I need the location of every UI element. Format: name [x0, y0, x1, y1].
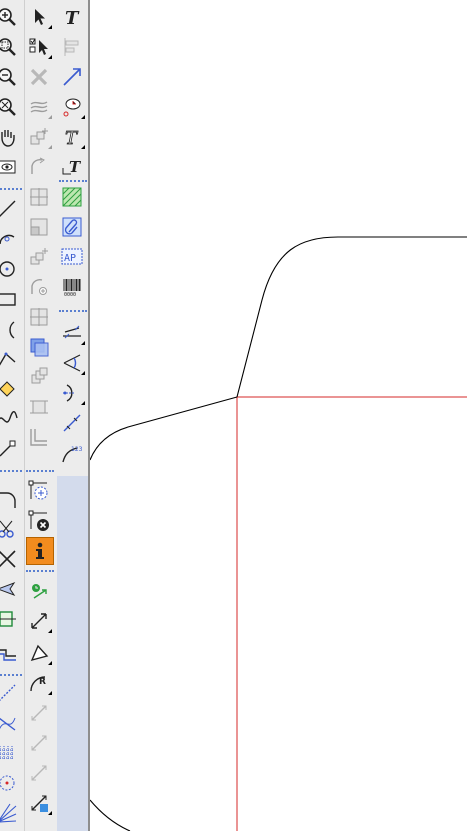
fillet-icon[interactable]: [0, 486, 20, 512]
dim-angular-icon[interactable]: [59, 350, 85, 376]
toolbar-empty-area: [57, 476, 89, 831]
scissors-icon[interactable]: [0, 516, 20, 542]
shape-outline-left[interactable]: [90, 396, 238, 461]
add-node-icon[interactable]: [26, 478, 52, 504]
line-icon[interactable]: [0, 196, 20, 222]
zoom-fit-icon[interactable]: [0, 94, 20, 120]
radius-letter: R: [39, 677, 46, 687]
align-icon[interactable]: [26, 394, 52, 420]
pan-hand-icon[interactable]: [0, 124, 20, 150]
barcode-digits: 0000: [64, 292, 76, 298]
polyline-icon[interactable]: [0, 346, 20, 372]
measure-icon[interactable]: [59, 94, 85, 120]
dimension-angle-icon[interactable]: [26, 640, 52, 666]
stack-icon[interactable]: [26, 364, 52, 390]
scale-icon[interactable]: [26, 214, 52, 240]
drawing-toolbar: R T T T AP 0000 123: [0, 0, 90, 831]
center-point-icon[interactable]: [0, 770, 20, 796]
rotate-copy-icon[interactable]: [26, 274, 52, 300]
attribute-ap-label: AP: [64, 253, 76, 264]
text-outline-glyph: T: [65, 128, 79, 149]
intersect-icon[interactable]: [0, 710, 20, 736]
dimension-linear-icon[interactable]: [26, 608, 52, 634]
move-point-alt-icon[interactable]: [26, 730, 52, 756]
remove-node-icon[interactable]: [26, 508, 52, 534]
info-icon[interactable]: [26, 537, 54, 565]
text-outline-icon[interactable]: T: [59, 124, 85, 150]
shape-outline-upper[interactable]: [236, 236, 467, 398]
select-arrow-icon[interactable]: [26, 4, 52, 30]
grid-icon[interactable]: [0, 740, 20, 766]
stretch-icon[interactable]: [0, 606, 20, 632]
group-separator: [59, 180, 87, 182]
text-path-icon[interactable]: T: [59, 154, 85, 180]
zoom-out-icon[interactable]: [0, 64, 20, 90]
offset-icon[interactable]: [0, 640, 20, 666]
barcode-icon[interactable]: 0000: [59, 274, 85, 300]
zoom-window-icon[interactable]: [0, 34, 20, 60]
dimension-point-icon[interactable]: [0, 436, 20, 462]
dim-aligned-icon[interactable]: [59, 410, 85, 436]
dimension-green-icon[interactable]: [26, 578, 52, 604]
construction-line-icon[interactable]: [0, 680, 20, 706]
shape-outline-bottom[interactable]: [90, 799, 131, 831]
step-icon[interactable]: [26, 424, 52, 450]
ordinate-digits: 123: [71, 446, 83, 453]
move-point-blue-icon[interactable]: [26, 790, 52, 816]
text-bold-icon[interactable]: T: [59, 4, 85, 30]
point-node-icon[interactable]: [0, 376, 20, 402]
dim-arc-icon[interactable]: [59, 380, 85, 406]
trim-icon[interactable]: [0, 576, 20, 602]
dim-ordinate-icon[interactable]: 123: [59, 440, 85, 466]
radius-dimension-icon[interactable]: R: [26, 670, 52, 696]
group-separator: [0, 470, 22, 472]
text-bold-glyph: T: [65, 8, 80, 29]
hatch-icon[interactable]: [59, 184, 85, 210]
select-checklist-icon[interactable]: [26, 34, 52, 60]
move-icon[interactable]: [26, 124, 52, 150]
group-separator: [0, 188, 22, 190]
group-blue-icon[interactable]: [26, 334, 52, 360]
arc-3pt-icon[interactable]: [0, 226, 20, 252]
zoom-in-icon[interactable]: [0, 4, 20, 30]
spline-icon[interactable]: [0, 406, 20, 432]
align-left-icon[interactable]: [59, 34, 85, 60]
mirror-copy-icon[interactable]: [26, 304, 52, 330]
layers-icon[interactable]: [26, 94, 52, 120]
radial-lines-icon[interactable]: [0, 800, 20, 826]
group-separator: [26, 470, 54, 472]
copy-move-icon[interactable]: [26, 244, 52, 270]
mirror-icon[interactable]: [26, 184, 52, 210]
group-separator: [59, 310, 87, 312]
attach-clip-icon[interactable]: [59, 214, 85, 240]
dim-linear-icon[interactable]: [59, 320, 85, 346]
arc-icon[interactable]: [0, 316, 20, 342]
rectangle-icon[interactable]: [0, 286, 20, 312]
view-eye-icon[interactable]: [0, 154, 20, 180]
move-point-icon[interactable]: [26, 700, 52, 726]
move-point-3-icon[interactable]: [26, 760, 52, 786]
circle-icon[interactable]: [0, 256, 20, 282]
delete-cross-icon[interactable]: [0, 546, 20, 572]
arrow-line-icon[interactable]: [59, 64, 85, 90]
group-separator: [0, 674, 22, 676]
drawing-canvas[interactable]: [90, 0, 467, 831]
rotate-icon[interactable]: [26, 154, 52, 180]
text-path-glyph: T: [69, 158, 82, 176]
attribute-ap-icon[interactable]: AP: [59, 244, 85, 270]
delete-x-icon[interactable]: [26, 64, 52, 90]
group-separator: [26, 570, 54, 572]
